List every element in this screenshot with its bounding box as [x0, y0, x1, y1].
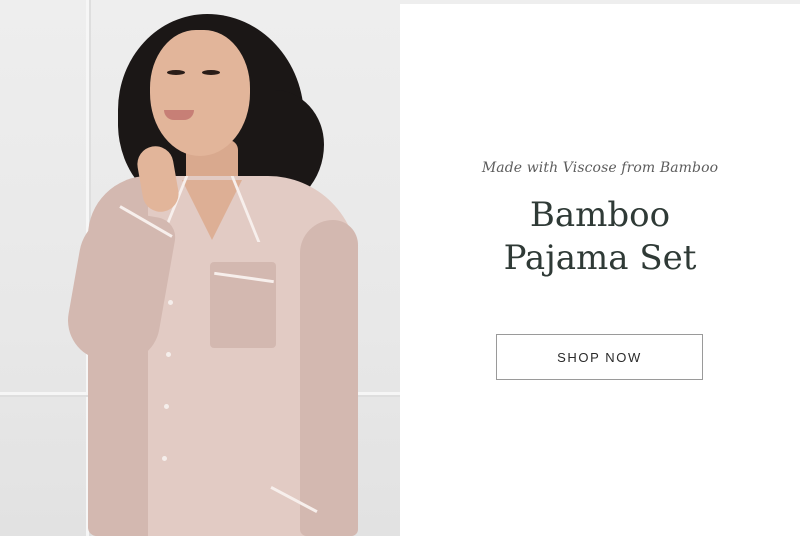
promo-banner: Made with Viscose from Bamboo Bamboo Paj…	[0, 0, 800, 536]
shirt-button	[168, 300, 173, 305]
promo-title-line2: Pajama Set	[503, 238, 697, 278]
model-eye-right	[202, 70, 220, 75]
promo-eyebrow: Made with Viscose from Bamboo	[481, 160, 719, 176]
product-photo[interactable]	[0, 0, 400, 536]
model-face	[150, 30, 250, 156]
model-eye-left	[167, 70, 185, 75]
shirt-button	[162, 456, 167, 461]
shirt-button	[164, 404, 169, 409]
promo-copy: Made with Viscose from Bamboo Bamboo Paj…	[400, 0, 800, 536]
promo-title: Bamboo Pajama Set	[400, 194, 800, 280]
shop-now-button[interactable]: SHOP NOW	[496, 334, 703, 380]
shirt-button	[166, 352, 171, 357]
shirt-sleeve-right	[300, 220, 358, 536]
promo-title-line1: Bamboo	[529, 195, 671, 235]
